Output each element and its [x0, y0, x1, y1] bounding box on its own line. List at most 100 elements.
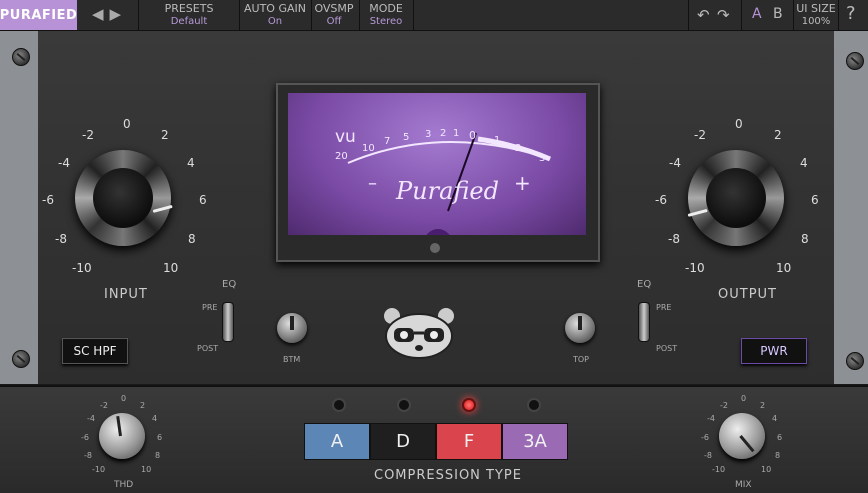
presets-value: Default — [170, 16, 208, 27]
eq-right-pre-post-switch[interactable] — [638, 302, 650, 342]
mix-scale-label: 8 — [775, 451, 781, 460]
mode-label: MODE — [369, 2, 403, 15]
left-rack-ear — [0, 31, 38, 384]
compression-type-3a-button[interactable]: 3A — [502, 423, 568, 460]
mode-selector[interactable]: MODE Stereo — [361, 2, 411, 28]
ui-size-selector[interactable]: UI SIZE 100% — [795, 2, 837, 28]
preset-nav: ◀▶ — [92, 5, 127, 23]
thd-scale-label: 6 — [157, 433, 163, 442]
divider — [413, 0, 414, 30]
screw-icon — [12, 350, 30, 368]
btm-eq-knob[interactable] — [277, 313, 307, 343]
output-knob[interactable] — [687, 150, 784, 246]
input-scale-label: 6 — [199, 193, 207, 207]
thd-scale-label: 10 — [141, 465, 152, 474]
ab-a-button[interactable]: A — [752, 6, 762, 22]
btm-label: BTM — [283, 355, 301, 364]
input-scale-label: 2 — [161, 128, 169, 142]
ab-b-button[interactable]: B — [773, 6, 783, 22]
vu-scale-label: 1 — [494, 135, 501, 146]
input-scale-label: -10 — [72, 261, 92, 275]
input-scale-label: 4 — [187, 156, 195, 170]
presets-label: PRESETS — [164, 2, 214, 15]
redo-icon[interactable]: ↷ — [717, 6, 730, 24]
top-eq-knob[interactable] — [565, 313, 595, 343]
mix-label: MIX — [735, 480, 752, 490]
divider — [793, 0, 794, 30]
thd-knob[interactable] — [99, 413, 145, 459]
mix-scale-label: -4 — [707, 414, 715, 423]
right-rack-ear — [834, 31, 868, 384]
mix-scale-label: 0 — [741, 394, 747, 403]
top-label: TOP — [573, 355, 590, 364]
panda-mascot-icon — [384, 308, 454, 359]
compression-led-a — [332, 398, 346, 412]
input-scale-label: -4 — [58, 156, 70, 170]
eq-left-post-label: POST — [197, 344, 219, 353]
presets-selector[interactable]: PRESETS Default — [140, 2, 238, 28]
ovsmp-label: OVSMP — [314, 2, 354, 15]
output-scale-label: -6 — [655, 193, 667, 207]
knob-indicator — [290, 316, 294, 330]
mix-scale-label: -8 — [704, 451, 712, 460]
eq-right-label: EQ — [637, 279, 652, 290]
vu-scale-label: 0 — [469, 129, 476, 142]
output-scale-label: -10 — [685, 261, 705, 275]
divider — [741, 0, 742, 30]
autogain-label: AUTO GAIN — [244, 2, 306, 15]
input-scale-label: -2 — [82, 128, 94, 142]
thd-scale-label: -10 — [92, 465, 106, 474]
mix-scale-label: -2 — [720, 401, 728, 410]
vu-scale-label: 3 — [425, 129, 432, 140]
output-scale-label: 2 — [774, 128, 782, 142]
vu-unit-label: vu — [335, 127, 356, 147]
power-button[interactable]: PWR — [741, 338, 807, 364]
top-bar: PURAFIED ◀▶ PRESETS Default AUTO GAIN On… — [0, 0, 868, 31]
screw-icon — [846, 52, 864, 70]
eq-right-pre-label: PRE — [656, 303, 672, 312]
help-button[interactable]: ? — [846, 3, 856, 24]
compression-led-3a — [527, 398, 541, 412]
output-scale-label: -8 — [668, 232, 680, 246]
compression-type-d-button[interactable]: D — [370, 423, 436, 460]
input-scale-label: 10 — [163, 261, 179, 275]
compression-type-f-button[interactable]: F — [436, 423, 502, 460]
sc-hpf-button[interactable]: SC HPF — [62, 338, 128, 364]
screw-icon — [12, 48, 30, 66]
vu-minus-sign: – — [368, 173, 377, 194]
compression-type-title: COMPRESSION TYPE — [374, 468, 522, 483]
uisize-label: UI SIZE — [796, 2, 836, 15]
next-preset-icon[interactable]: ▶ — [110, 5, 128, 23]
prev-preset-icon[interactable]: ◀ — [92, 5, 110, 23]
knob-indicator — [739, 435, 755, 453]
vu-scale-label: 2 — [515, 143, 522, 154]
thd-scale-label: 0 — [121, 394, 127, 403]
screw-icon — [846, 352, 864, 370]
vu-scale-arc — [347, 132, 552, 235]
input-knob[interactable] — [75, 150, 173, 246]
output-knob-cap — [706, 168, 766, 228]
oversampling-toggle[interactable]: OVSMP Off — [312, 2, 356, 28]
output-scale-label: 0 — [735, 117, 743, 131]
output-scale-label: 6 — [811, 193, 819, 207]
input-scale-label: -6 — [42, 193, 54, 207]
mix-knob[interactable] — [719, 413, 765, 459]
vu-scale-label: 1 — [453, 128, 460, 139]
autogain-toggle[interactable]: AUTO GAIN On — [241, 2, 309, 28]
mix-scale-label: 6 — [777, 433, 783, 442]
vu-meter: vu 20 10 7 5 3 2 1 0 1 2 3 – + Purafied — [276, 83, 600, 262]
divider — [359, 0, 360, 30]
eq-left-pre-post-switch[interactable] — [222, 302, 234, 342]
brand-logo: PURAFIED — [0, 0, 77, 30]
output-scale-label: 8 — [801, 232, 809, 246]
vu-plus-sign: + — [514, 171, 531, 195]
undo-icon[interactable]: ↶ — [697, 6, 710, 24]
mix-scale-label: -10 — [712, 465, 726, 474]
compression-type-a-button[interactable]: A — [304, 423, 370, 460]
mix-scale-label: -6 — [701, 433, 709, 442]
vu-meter-face: vu 20 10 7 5 3 2 1 0 1 2 3 – + Purafied — [288, 93, 586, 235]
output-title: OUTPUT — [718, 287, 777, 302]
thd-scale-label: -8 — [84, 451, 92, 460]
vu-scale-label: 2 — [440, 128, 447, 139]
output-scale-label: -2 — [694, 128, 706, 142]
